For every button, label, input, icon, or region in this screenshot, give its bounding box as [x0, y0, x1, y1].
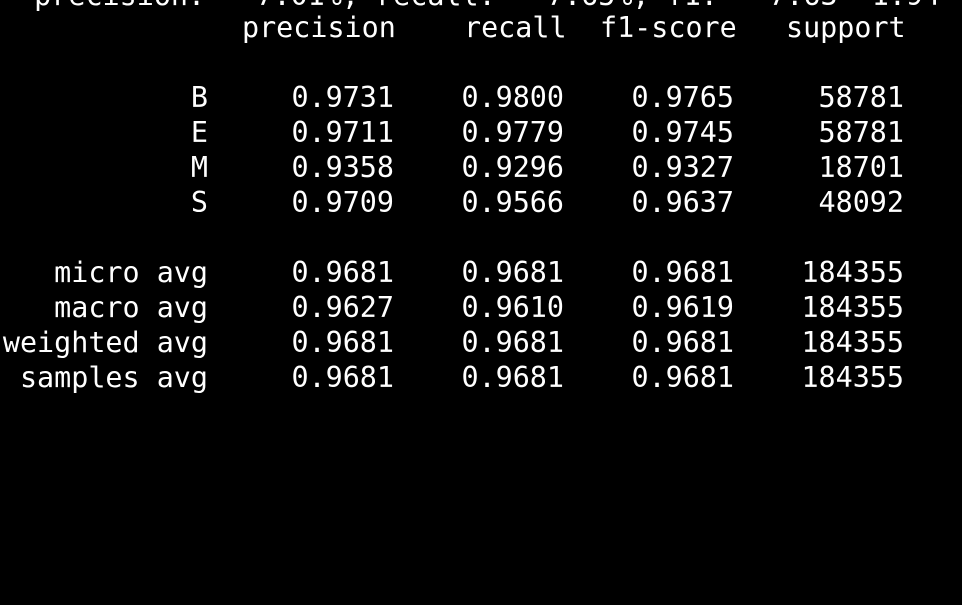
table-row-b: B 0.9731 0.9800 0.9765 58781	[0, 80, 962, 115]
header-precision: precision	[242, 11, 396, 44]
support-value: 18701	[818, 151, 904, 184]
support-value: 184355	[801, 291, 904, 324]
table-row-e: E 0.9711 0.9779 0.9745 58781	[0, 115, 962, 150]
table-row-samples-avg: samples avg 0.9681 0.9681 0.9681 184355	[0, 360, 962, 395]
table-row-m: M 0.9358 0.9296 0.9327 18701	[0, 150, 962, 185]
support-value: 48092	[818, 186, 904, 219]
header-support: support	[786, 11, 906, 44]
table-row-weighted-avg: weighted avg 0.9681 0.9681 0.9681 184355	[0, 325, 962, 360]
report-header: precision recall f1-score support	[0, 10, 962, 45]
support-value: 184355	[801, 361, 904, 394]
table-row-macro-avg: macro avg 0.9627 0.9610 0.9619 184355	[0, 290, 962, 325]
table-row-micro-avg: micro avg 0.9681 0.9681 0.9681 184355	[0, 255, 962, 290]
header-recall: recall	[464, 11, 567, 44]
support-value: 184355	[801, 256, 904, 289]
header-f1-score: f1-score	[600, 11, 737, 44]
support-value: 184355	[801, 326, 904, 359]
table-row-s: S 0.9709 0.9566 0.9637 48092	[0, 185, 962, 220]
support-value: 58781	[818, 81, 904, 114]
terminal-output: precision: 7.01%, recall: 7.65%, f1: 7.6…	[0, 0, 962, 406]
support-value: 58781	[818, 116, 904, 149]
